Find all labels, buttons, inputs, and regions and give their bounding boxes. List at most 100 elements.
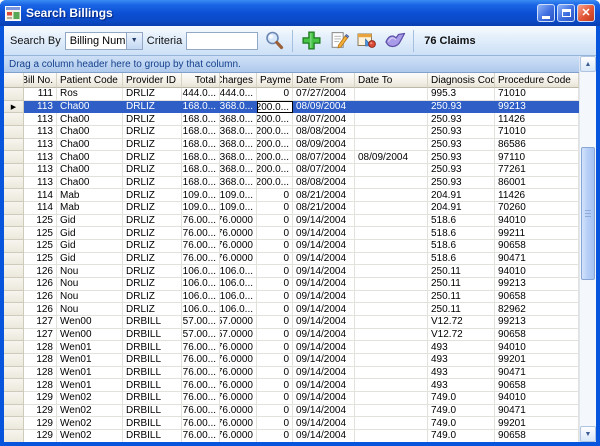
cell-procedure-code[interactable]: 90471 [495,405,579,418]
cell-date-to[interactable] [355,113,428,126]
cell-procedure-code[interactable]: 71010 [495,88,579,101]
cell-payments[interactable]: 0 [257,341,293,354]
row-indicator[interactable] [4,316,24,329]
cell-patient-code[interactable]: Gid [57,215,123,228]
cell-payments[interactable]: 0 [257,202,293,215]
cell-date-to[interactable] [355,405,428,418]
row-indicator[interactable] [4,341,24,354]
cell-diagnosis-code[interactable]: 250.93 [428,164,495,177]
cell-payments[interactable]: 200.0... [257,101,293,114]
cell-payments[interactable]: 0 [257,379,293,392]
cell-payments[interactable]: 0 [257,392,293,405]
cell-patient-code[interactable]: Wen02 [57,405,123,418]
cell-diagnosis-code[interactable]: 749.0 [428,430,495,442]
row-indicator[interactable] [4,329,24,342]
cell-provider-id[interactable]: DRLIZ [123,265,182,278]
row-indicator[interactable] [4,265,24,278]
cell-patient-code[interactable]: Wen01 [57,379,123,392]
cell-bill-no[interactable]: 128 [24,367,57,380]
cell-charges[interactable]: 109.0... [220,202,257,215]
cell-diagnosis-code[interactable]: 749.0 [428,392,495,405]
cell-charges[interactable]: 106.0... [220,278,257,291]
cell-date-to[interactable] [355,278,428,291]
cell-charges[interactable]: 368.0... [220,177,257,190]
cell-provider-id[interactable]: DRBILL [123,392,182,405]
cell-patient-code[interactable]: Gid [57,253,123,266]
cell-patient-code[interactable]: Mab [57,202,123,215]
cell-bill-no[interactable]: 126 [24,291,57,304]
cell-payments[interactable]: 0 [257,265,293,278]
cell-patient-code[interactable]: Nou [57,303,123,316]
cell-procedure-code[interactable]: 90658 [495,329,579,342]
cell-bill-no[interactable]: 113 [24,101,57,114]
table-row[interactable]: 129Wen02DRBILL76.00...76.0000009/14/2004… [4,430,579,442]
cell-date-from[interactable]: 09/14/2004 [293,329,355,342]
table-row[interactable]: 126NouDRLIZ106.0...106.0...009/14/200425… [4,265,579,278]
row-indicator[interactable] [4,303,24,316]
cell-bill-no[interactable]: 129 [24,392,57,405]
cell-charges[interactable]: 57.0000 [220,316,257,329]
table-row[interactable]: 113Cha00DRLIZ168.0...368.0...200.0...08/… [4,113,579,126]
cell-total[interactable]: 76.00... [182,227,220,240]
cell-procedure-code[interactable]: 99213 [495,278,579,291]
row-indicator[interactable] [4,215,24,228]
cell-charges[interactable]: 106.0... [220,265,257,278]
table-row[interactable]: 128Wen01DRBILL76.00...76.0000009/14/2004… [4,354,579,367]
cell-payments[interactable]: 0 [257,227,293,240]
cell-provider-id[interactable]: DRLIZ [123,88,182,101]
cell-diagnosis-code[interactable]: V12.72 [428,316,495,329]
cell-date-from[interactable]: 09/14/2004 [293,354,355,367]
scrollbar-thumb[interactable] [581,147,595,280]
cell-date-to[interactable] [355,189,428,202]
cell-bill-no[interactable]: 113 [24,151,57,164]
table-row[interactable]: 126NouDRLIZ106.0...106.0...009/14/200425… [4,278,579,291]
cell-diagnosis-code[interactable]: 518.6 [428,215,495,228]
cell-diagnosis-code[interactable]: 518.6 [428,227,495,240]
cell-date-from[interactable]: 08/07/2004 [293,113,355,126]
cell-procedure-code[interactable]: 99211 [495,227,579,240]
cell-date-from[interactable]: 09/14/2004 [293,227,355,240]
cell-date-from[interactable]: 08/09/2004 [293,139,355,152]
row-indicator[interactable] [4,430,24,442]
cell-patient-code[interactable]: Cha00 [57,113,123,126]
cell-diagnosis-code[interactable]: 250.93 [428,126,495,139]
table-row[interactable]: 126NouDRLIZ106.0...106.0...009/14/200425… [4,291,579,304]
cell-procedure-code[interactable]: 70260 [495,202,579,215]
row-indicator[interactable] [4,278,24,291]
cell-diagnosis-code[interactable]: 749.0 [428,417,495,430]
cell-date-from[interactable]: 08/21/2004 [293,189,355,202]
cell-bill-no[interactable]: 125 [24,215,57,228]
cell-date-from[interactable]: 08/07/2004 [293,151,355,164]
cell-patient-code[interactable]: Wen01 [57,367,123,380]
cell-total[interactable]: 168.0... [182,126,220,139]
cell-date-to[interactable] [355,316,428,329]
cell-provider-id[interactable]: DRLIZ [123,126,182,139]
cell-total[interactable]: 57.00... [182,329,220,342]
table-row[interactable]: 127Wen00DRBILL57.00...57.0000009/14/2004… [4,316,579,329]
cell-provider-id[interactable]: DRLIZ [123,303,182,316]
cell-date-to[interactable] [355,392,428,405]
cell-provider-id[interactable]: DRLIZ [123,291,182,304]
cell-procedure-code[interactable]: 97110 [495,151,579,164]
cell-date-to[interactable] [355,329,428,342]
cell-charges[interactable]: 368.0... [220,126,257,139]
cell-date-from[interactable]: 09/14/2004 [293,405,355,418]
column-header-patient-code[interactable]: Patient Code [57,73,123,88]
cell-procedure-code[interactable]: 77261 [495,164,579,177]
cell-provider-id[interactable]: DRLIZ [123,151,182,164]
cell-payments[interactable]: 0 [257,88,293,101]
row-indicator[interactable] [4,291,24,304]
cell-date-from[interactable]: 09/14/2004 [293,253,355,266]
cell-payments[interactable]: 0 [257,278,293,291]
cell-total[interactable]: 76.00... [182,392,220,405]
cell-procedure-code[interactable]: 94010 [495,265,579,278]
cell-date-from[interactable]: 09/14/2004 [293,240,355,253]
cell-diagnosis-code[interactable]: 250.11 [428,265,495,278]
cell-charges[interactable]: 76.0000 [220,417,257,430]
cell-procedure-code[interactable]: 99201 [495,417,579,430]
cell-bill-no[interactable]: 114 [24,189,57,202]
cell-total[interactable]: 168.0... [182,113,220,126]
cell-charges[interactable]: 76.0000 [220,227,257,240]
cell-patient-code[interactable]: Wen02 [57,392,123,405]
cell-procedure-code[interactable]: 90471 [495,367,579,380]
